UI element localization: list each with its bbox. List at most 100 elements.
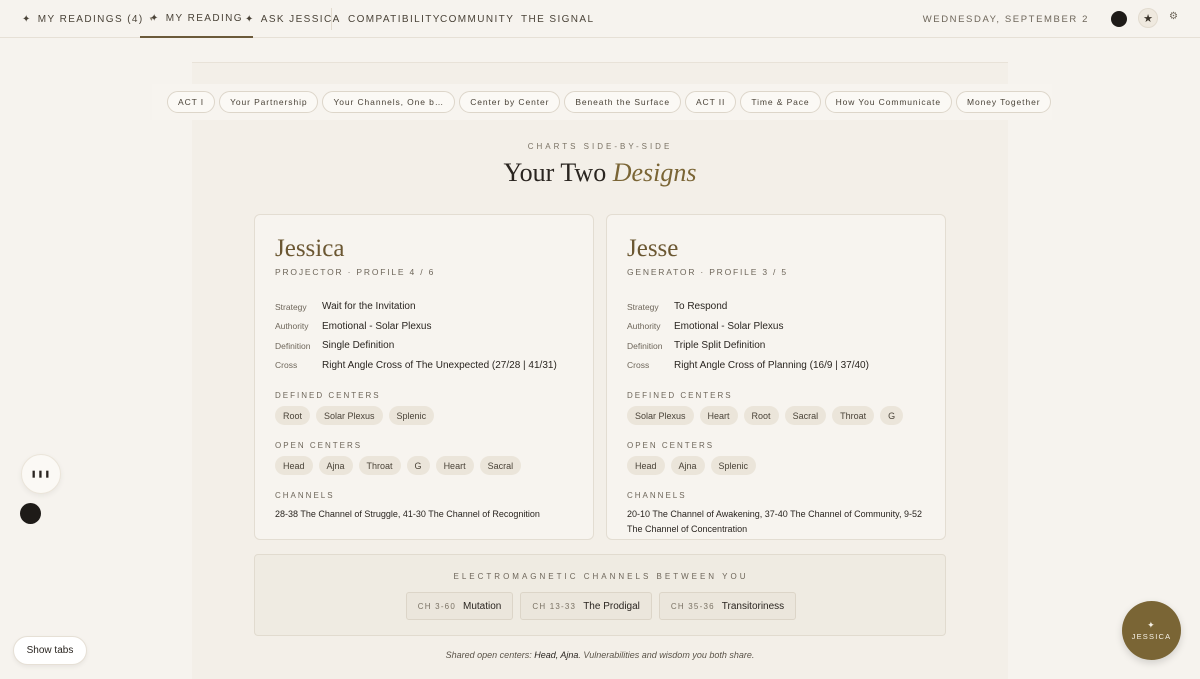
center-pill: Solar Plexus (316, 406, 383, 425)
open-centers: Head Ajna Throat G Heart Sacral (275, 456, 573, 475)
em-chip-list: CH 3-60 Mutation CH 13-33 The Prodigal CH 35… (255, 592, 947, 620)
shared-centers-note: Shared open centers: Head, Ajna. Vulnera… (445, 650, 755, 660)
section-tab[interactable]: Your Partnership (219, 91, 319, 113)
center-pill: Head (275, 456, 313, 475)
detail-value: Right Angle Cross of Planning (16/9 | 37… (674, 359, 869, 371)
nav-ask-jessica[interactable]: ✦ ASK JESSICA (245, 0, 341, 38)
detail-label: Strategy (275, 301, 307, 312)
center-pill: Head (627, 456, 665, 475)
defined-centers: Root Solar Plexus Splenic (275, 406, 573, 425)
nav-compatibility[interactable]: COMPATIBILITY (348, 0, 441, 38)
detail-label: Definition (627, 340, 663, 351)
person-name: Jessica (275, 235, 345, 262)
section-tab[interactable]: How You Communicate (824, 91, 953, 113)
person-type-profile: GENERATOR · PROFILE 3 / 5 (627, 267, 788, 277)
current-date: WEDNESDAY, SEPTEMBER 2 (922, 13, 1089, 25)
section-tab[interactable]: ACT II (684, 91, 737, 113)
detail-row-strategy: Strategy Wait for the Invitation (275, 297, 573, 317)
detail-row-strategy: Strategy To Respond (627, 297, 925, 317)
detail-label: Cross (275, 360, 298, 371)
detail-row-cross: Cross Right Angle Cross of The Unexpected… (275, 356, 573, 376)
section-tab[interactable]: Time & Pace (740, 91, 821, 113)
detail-row-authority: Authority Emotional - Solar Plexus (275, 317, 573, 337)
center-pill: Splenic (710, 456, 757, 475)
theme-toggle[interactable] (1111, 11, 1127, 27)
show-tabs-button[interactable]: Show tabs (13, 636, 87, 665)
channels-text: 20-10 The Channel of Awakening, 37-40 Th… (627, 509, 923, 534)
detail-label: Definition (275, 340, 311, 351)
nav-divider (331, 8, 332, 30)
detail-label: Cross (627, 360, 650, 371)
center-pill: Sacral (479, 456, 522, 475)
section-tab[interactable]: Money Together (956, 91, 1052, 113)
detail-value: Triple Split Definition (674, 340, 766, 352)
center-pill: Heart (435, 456, 474, 475)
center-pill: Ajna (670, 456, 705, 475)
center-pill: Solar Plexus (627, 406, 694, 425)
center-pill: Root (743, 406, 779, 425)
design-details: Strategy Wait for the Invitation Authority… (275, 297, 573, 375)
center-pill: Ajna (318, 456, 353, 475)
center-pill: Splenic (388, 406, 435, 425)
channel-name: Mutation (463, 600, 502, 612)
detail-value: To Respond (674, 301, 728, 313)
channel-number: CH 13-33 (532, 601, 577, 611)
defined-centers-label: DEFINED CENTERS (627, 391, 733, 400)
sparkle-icon: ✦ (245, 13, 255, 25)
channels-label: CHANNELS (275, 491, 335, 500)
channel-name: Transitoriness (721, 600, 785, 612)
channel-number: CH 3-60 (417, 601, 456, 611)
detail-label: Authority (627, 321, 661, 332)
section-tab[interactable]: Your Channels, One b… (322, 91, 456, 113)
ask-jessica-fab[interactable]: ✦ JESSICA (1122, 601, 1181, 660)
nav-my-readings[interactable]: ✦ MY READINGS (4) ▾ (22, 0, 155, 38)
detail-row-cross: Cross Right Angle Cross of Planning (16/9… (627, 356, 925, 376)
defined-centers: Solar Plexus Heart Root Sacral Throat G (627, 406, 925, 425)
page-title: Your Two Designs (503, 158, 697, 187)
favorites-button[interactable]: ★ (1138, 8, 1158, 28)
em-channel-chip[interactable]: CH 3-60 Mutation (405, 592, 514, 620)
section-eyebrow: CHARTS SIDE-BY-SIDE (527, 142, 673, 151)
channel-name: The Prodigal (583, 600, 640, 612)
channels-label: CHANNELS (627, 491, 687, 500)
theme-dot-button[interactable] (20, 503, 41, 524)
section-tab[interactable]: Center by Center (459, 91, 561, 113)
menu-icon: ❚❚❚ (30, 471, 52, 478)
sparkle-icon: ✦ (22, 13, 32, 25)
em-channel-chip[interactable]: CH 35-36 Transitoriness (658, 592, 797, 620)
star-icon: ★ (1143, 12, 1153, 25)
center-pill: Throat (832, 406, 875, 425)
electromagnetic-channels: ELECTROMAGNETIC CHANNELS BETWEEN YOU CH … (254, 554, 946, 636)
nav-the-signal[interactable]: THE SIGNAL (521, 0, 594, 38)
nav-my-reading[interactable]: ✦ MY READING (140, 0, 253, 38)
detail-row-definition: Definition Triple Split Definition (627, 336, 925, 356)
detail-label: Strategy (627, 301, 659, 312)
channel-number: CH 35-36 (670, 601, 715, 611)
center-pill: G (880, 406, 904, 425)
detail-label: Authority (275, 321, 309, 332)
design-details: Strategy To Respond Authority Emotional - S… (627, 297, 925, 375)
detail-value: Emotional - Solar Plexus (674, 320, 784, 332)
gear-icon[interactable]: ⚙ (1169, 11, 1178, 22)
defined-centers-label: DEFINED CENTERS (275, 391, 381, 400)
center-pill: Root (275, 406, 311, 425)
detail-value: Wait for the Invitation (322, 301, 416, 313)
center-pill: G (406, 456, 430, 475)
top-nav: ✦ MY READINGS (4) ▾ ✦ MY READING ✦ ASK J… (0, 0, 1200, 38)
nav-community[interactable]: COMMUNITY (440, 0, 514, 38)
detail-row-definition: Definition Single Definition (275, 336, 573, 356)
design-card-jessica: Jessica PROJECTOR · PROFILE 4 / 6 Strategy… (254, 214, 594, 540)
em-channel-chip[interactable]: CH 13-33 The Prodigal (520, 592, 652, 620)
open-centers: Head Ajna Splenic (627, 456, 925, 475)
section-tab[interactable]: Beneath the Surface (564, 91, 681, 113)
detail-value: Emotional - Solar Plexus (322, 320, 432, 332)
open-centers-label: OPEN CENTERS (275, 441, 363, 450)
section-tab[interactable]: ACT I (167, 91, 216, 113)
open-centers-label: OPEN CENTERS (627, 441, 715, 450)
sparkle-icon: ✦ (1147, 619, 1156, 630)
em-title: ELECTROMAGNETIC CHANNELS BETWEEN YOU (453, 572, 749, 581)
menu-button[interactable]: ❚❚❚ (21, 454, 61, 494)
section-tabs: ACT I Your Partnership Your Channels, One … (152, 84, 1052, 120)
design-card-jesse: Jesse GENERATOR · PROFILE 3 / 5 Strategy To… (606, 214, 946, 540)
channels-text: 28-38 The Channel of Struggle, 41-30 The… (275, 509, 540, 519)
